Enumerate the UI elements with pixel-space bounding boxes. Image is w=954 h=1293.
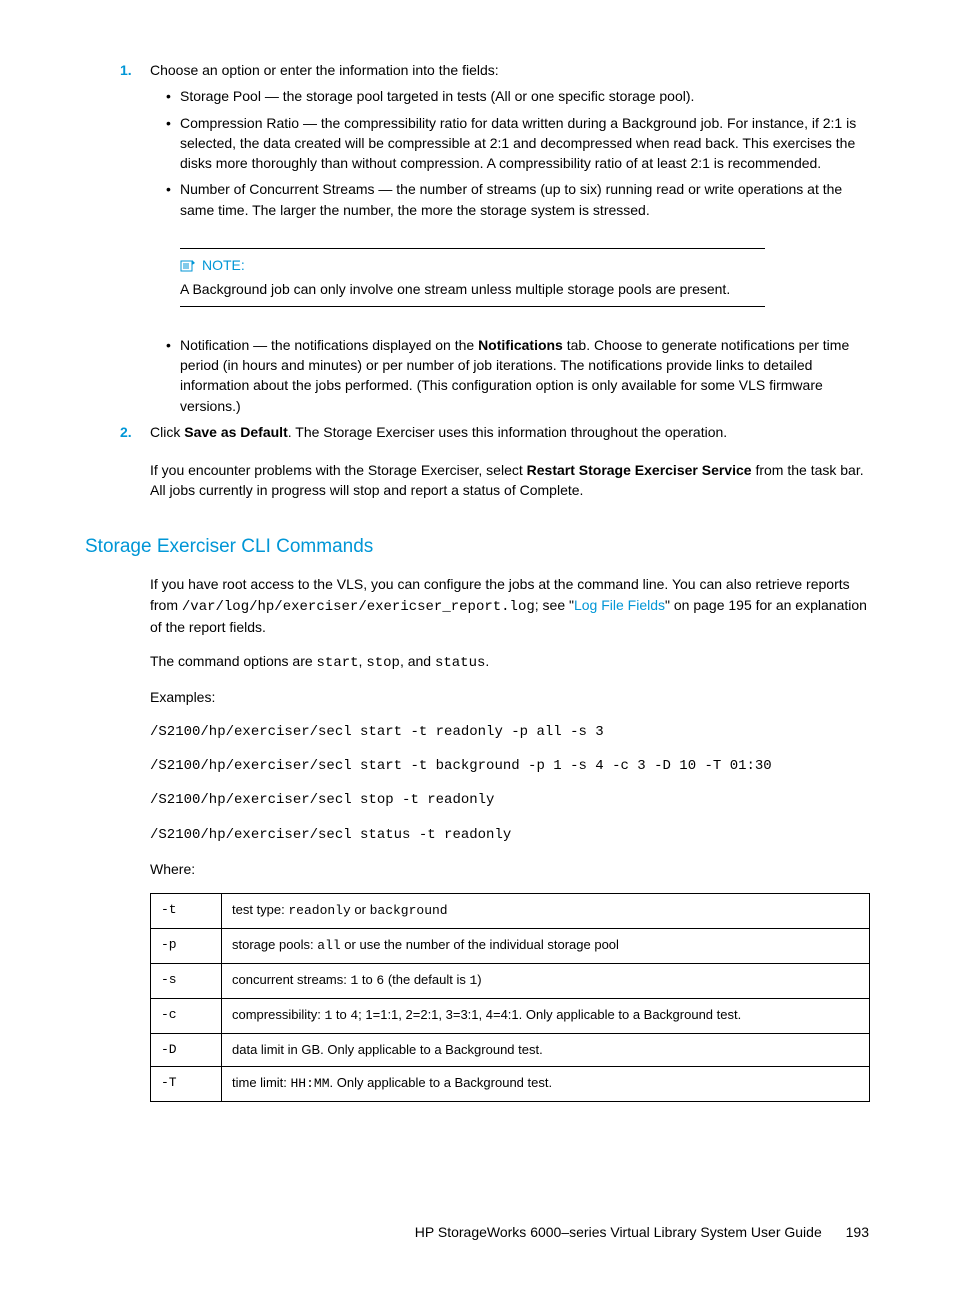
footer-title: HP StorageWorks 6000–series Virtual Libr… xyxy=(415,1224,822,1240)
note-heading: NOTE: xyxy=(180,255,765,275)
table-row: -p storage pools: all or use the number … xyxy=(151,929,870,964)
ordered-steps-list: 1. Choose an option or enter the informa… xyxy=(85,60,869,442)
table-row: -D data limit in GB. Only applicable to … xyxy=(151,1033,870,1067)
flag-cell: -p xyxy=(151,929,222,964)
step-2: 2. Click Save as Default. The Storage Ex… xyxy=(150,422,869,442)
table-row: -c compressibility: 1 to 4; 1=1:1, 2=2:1… xyxy=(151,998,870,1033)
example-command-2: /S2100/hp/exerciser/secl start -t backgr… xyxy=(150,756,869,776)
options-list: Storage Pool — the storage pool targeted… xyxy=(150,86,869,220)
options-list-continued: Notification — the notifications display… xyxy=(150,335,869,416)
examples-label: Examples: xyxy=(150,687,869,707)
desc-cell: test type: readonly or background xyxy=(222,894,870,929)
step-number: 1. xyxy=(120,60,132,80)
example-command-3: /S2100/hp/exerciser/secl stop -t readonl… xyxy=(150,790,869,810)
section-heading-cli: Storage Exerciser CLI Commands xyxy=(85,533,869,561)
note-label: NOTE: xyxy=(202,255,245,275)
option-storage-pool: Storage Pool — the storage pool targeted… xyxy=(180,86,869,106)
option-concurrent-streams: Number of Concurrent Streams — the numbe… xyxy=(180,179,869,220)
desc-cell: concurrent streams: 1 to 6 (the default … xyxy=(222,963,870,998)
step-1: 1. Choose an option or enter the informa… xyxy=(150,60,869,416)
example-command-1: /S2100/hp/exerciser/secl start -t readon… xyxy=(150,722,869,742)
desc-cell: compressibility: 1 to 4; 1=1:1, 2=2:1, 3… xyxy=(222,998,870,1033)
page-footer: HP StorageWorks 6000–series Virtual Libr… xyxy=(85,1222,869,1242)
example-command-4: /S2100/hp/exerciser/secl status -t reado… xyxy=(150,825,869,845)
command-options-paragraph: The command options are start, stop, and… xyxy=(150,651,869,673)
log-file-fields-link[interactable]: Log File Fields xyxy=(574,597,665,613)
note-body: A Background job can only involve one st… xyxy=(180,279,765,299)
flag-cell: -t xyxy=(151,894,222,929)
flag-cell: -c xyxy=(151,998,222,1033)
table-row: -t test type: readonly or background xyxy=(151,894,870,929)
desc-cell: data limit in GB. Only applicable to a B… xyxy=(222,1033,870,1067)
troubleshoot-paragraph: If you encounter problems with the Stora… xyxy=(150,460,869,501)
option-notification: Notification — the notifications display… xyxy=(180,335,869,416)
where-label: Where: xyxy=(150,859,869,879)
flag-cell: -D xyxy=(151,1033,222,1067)
options-table: -t test type: readonly or background -p … xyxy=(150,893,870,1102)
note-icon xyxy=(180,258,196,272)
option-compression-ratio: Compression Ratio — the compressibility … xyxy=(180,113,869,174)
rule xyxy=(180,306,765,307)
flag-cell: -s xyxy=(151,963,222,998)
flag-cell: -T xyxy=(151,1067,222,1102)
page-number: 193 xyxy=(846,1224,869,1240)
cli-intro-paragraph: If you have root access to the VLS, you … xyxy=(150,574,869,637)
step-number: 2. xyxy=(120,422,132,442)
table-row: -T time limit: HH:MM. Only applicable to… xyxy=(151,1067,870,1102)
step-text: Choose an option or enter the informatio… xyxy=(150,62,499,78)
desc-cell: storage pools: all or use the number of … xyxy=(222,929,870,964)
note-callout: NOTE: A Background job can only involve … xyxy=(180,238,765,317)
table-row: -s concurrent streams: 1 to 6 (the defau… xyxy=(151,963,870,998)
desc-cell: time limit: HH:MM. Only applicable to a … xyxy=(222,1067,870,1102)
rule xyxy=(180,248,765,249)
